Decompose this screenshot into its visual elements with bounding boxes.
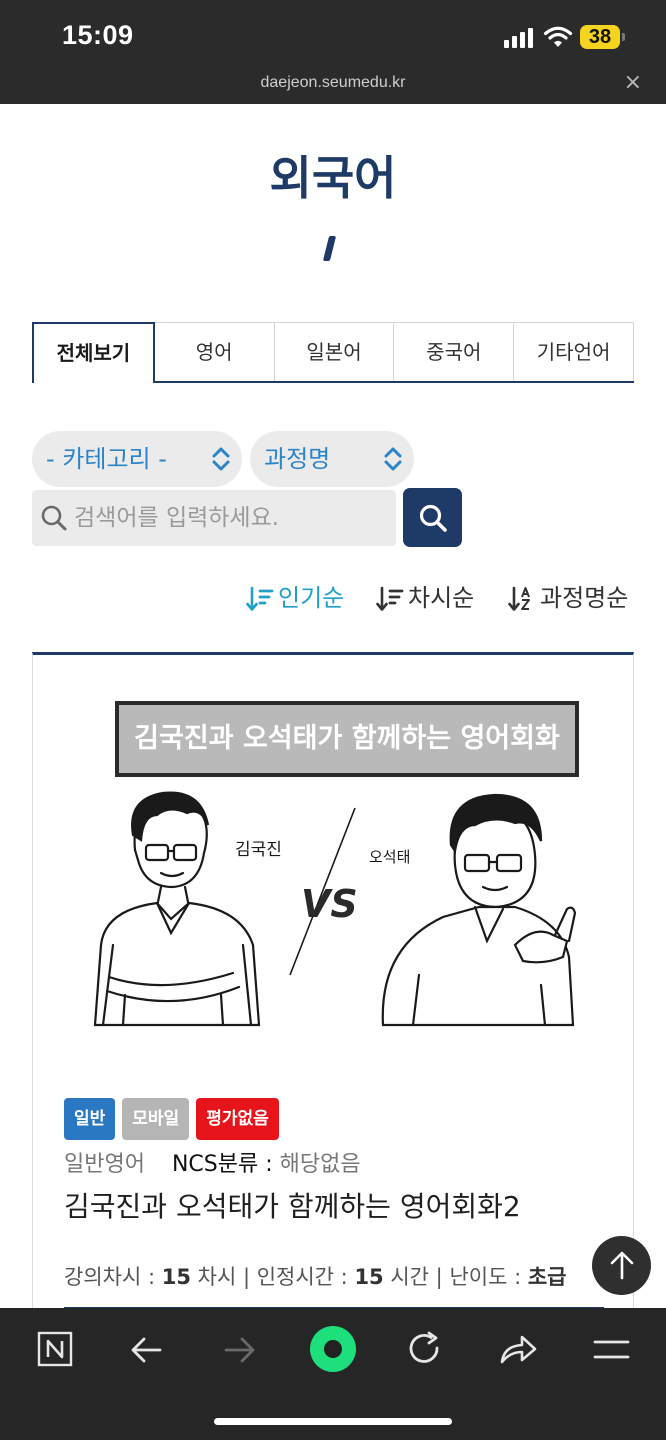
hours-value: 15 <box>354 1265 384 1289</box>
level-label: 난이도 : <box>449 1265 522 1289</box>
forward-icon[interactable] <box>218 1328 262 1372</box>
menu-icon[interactable] <box>590 1328 634 1372</box>
right-name-label: 오석태 <box>369 848 410 866</box>
tab-japanese[interactable]: 일본어 <box>274 322 395 381</box>
search-icon <box>41 505 67 531</box>
badge-mobile: 모바일 <box>122 1098 190 1140</box>
tab-other-languages[interactable]: 기타언어 <box>514 322 634 381</box>
hours-label: 인정시간 : <box>256 1265 348 1289</box>
arrow-up-icon <box>610 1251 634 1280</box>
scroll-top-button[interactable] <box>592 1236 651 1295</box>
status-bar: 15:09 38 daejeon.seumedu.kr × <box>0 0 666 104</box>
vs-label: VS <box>301 882 358 926</box>
cartoon-illustration: 김국진 VS 오석태 <box>93 791 577 1027</box>
page-title: 외국어 <box>269 151 397 205</box>
course-badges: 일반 모바일 평가없음 <box>64 1098 279 1140</box>
title-accent-mark <box>322 236 337 261</box>
search-input[interactable]: 검색어를 입력하세요. <box>32 490 396 546</box>
clock: 15:09 <box>62 20 134 50</box>
sort-popular-label: 인기순 <box>278 584 345 612</box>
badge-general: 일반 <box>64 1098 116 1140</box>
chevron-updown-icon <box>212 447 230 471</box>
green-home-icon[interactable] <box>308 1324 358 1374</box>
level-value: 초급 <box>527 1265 567 1289</box>
hours-unit: 시간 <box>390 1265 429 1289</box>
search-placeholder: 검색어를 입력하세요. <box>74 505 280 531</box>
naver-icon[interactable] <box>34 1328 78 1372</box>
battery-icon: 38 <box>580 25 625 49</box>
sessions-value: 15 <box>161 1265 191 1289</box>
category-select[interactable]: - 카테고리 - <box>32 431 242 487</box>
sort-icon <box>246 586 274 611</box>
sort-by-course-name[interactable]: 과정명순 <box>508 580 628 616</box>
sort-popular[interactable]: 인기순 <box>246 580 344 616</box>
sessions-unit: 차시 <box>197 1265 237 1289</box>
course-name-select[interactable]: 과정명 <box>250 431 414 487</box>
sort-by-session[interactable]: 차시순 <box>376 580 474 616</box>
course-title[interactable]: 김국진과 오석태가 함께하는 영어회화2 <box>64 1185 521 1225</box>
share-icon[interactable] <box>496 1328 540 1372</box>
sort-icon <box>376 586 404 611</box>
tab-english[interactable]: 영어 <box>154 322 275 381</box>
category-select-value: - 카테고리 - <box>46 445 167 473</box>
tab-chinese[interactable]: 중국어 <box>394 322 515 381</box>
sessions-label: 강의차시 : <box>64 1265 156 1289</box>
sort-name-label: 과정명순 <box>540 584 629 612</box>
ncs-label: NCS분류 : <box>171 1152 273 1177</box>
course-name-select-value: 과정명 <box>264 445 331 473</box>
chevron-updown-icon <box>384 447 402 471</box>
course-card[interactable]: 김국진과 오석태가 함께하는 영어회화 김국진 VS 오석태 일반 모바일 평가… <box>32 652 634 1352</box>
signal-icon <box>504 28 534 48</box>
left-name-label: 김국진 <box>235 840 282 860</box>
course-thumbnail[interactable]: 김국진과 오석태가 함께하는 영어회화 김국진 VS 오석태 <box>83 695 603 1045</box>
course-category: 일반영어 <box>64 1152 145 1177</box>
badge-no-evaluation: 평가없음 <box>196 1098 279 1140</box>
refresh-icon[interactable] <box>403 1328 447 1372</box>
close-icon[interactable]: × <box>624 70 642 95</box>
search-icon <box>419 504 447 532</box>
home-indicator <box>214 1418 452 1425</box>
tab-all[interactable]: 전체보기 <box>32 322 155 384</box>
course-info: 강의차시 : 15 차시 | 인정시간 : 15 시간 | 난이도 : 초급 <box>64 1265 567 1289</box>
ncs-value: 해당없음 <box>279 1152 361 1177</box>
sort-alpha-icon <box>508 586 530 611</box>
search-button[interactable] <box>403 488 462 547</box>
course-meta: 일반영어 NCS분류 : 해당없음 <box>64 1146 361 1178</box>
category-tabs: 전체보기 영어 일본어 중국어 기타언어 <box>32 322 634 384</box>
back-icon[interactable] <box>126 1328 170 1372</box>
wifi-icon <box>543 26 573 47</box>
url-bar[interactable]: daejeon.seumedu.kr <box>0 74 666 92</box>
sort-session-label: 차시순 <box>408 584 475 612</box>
